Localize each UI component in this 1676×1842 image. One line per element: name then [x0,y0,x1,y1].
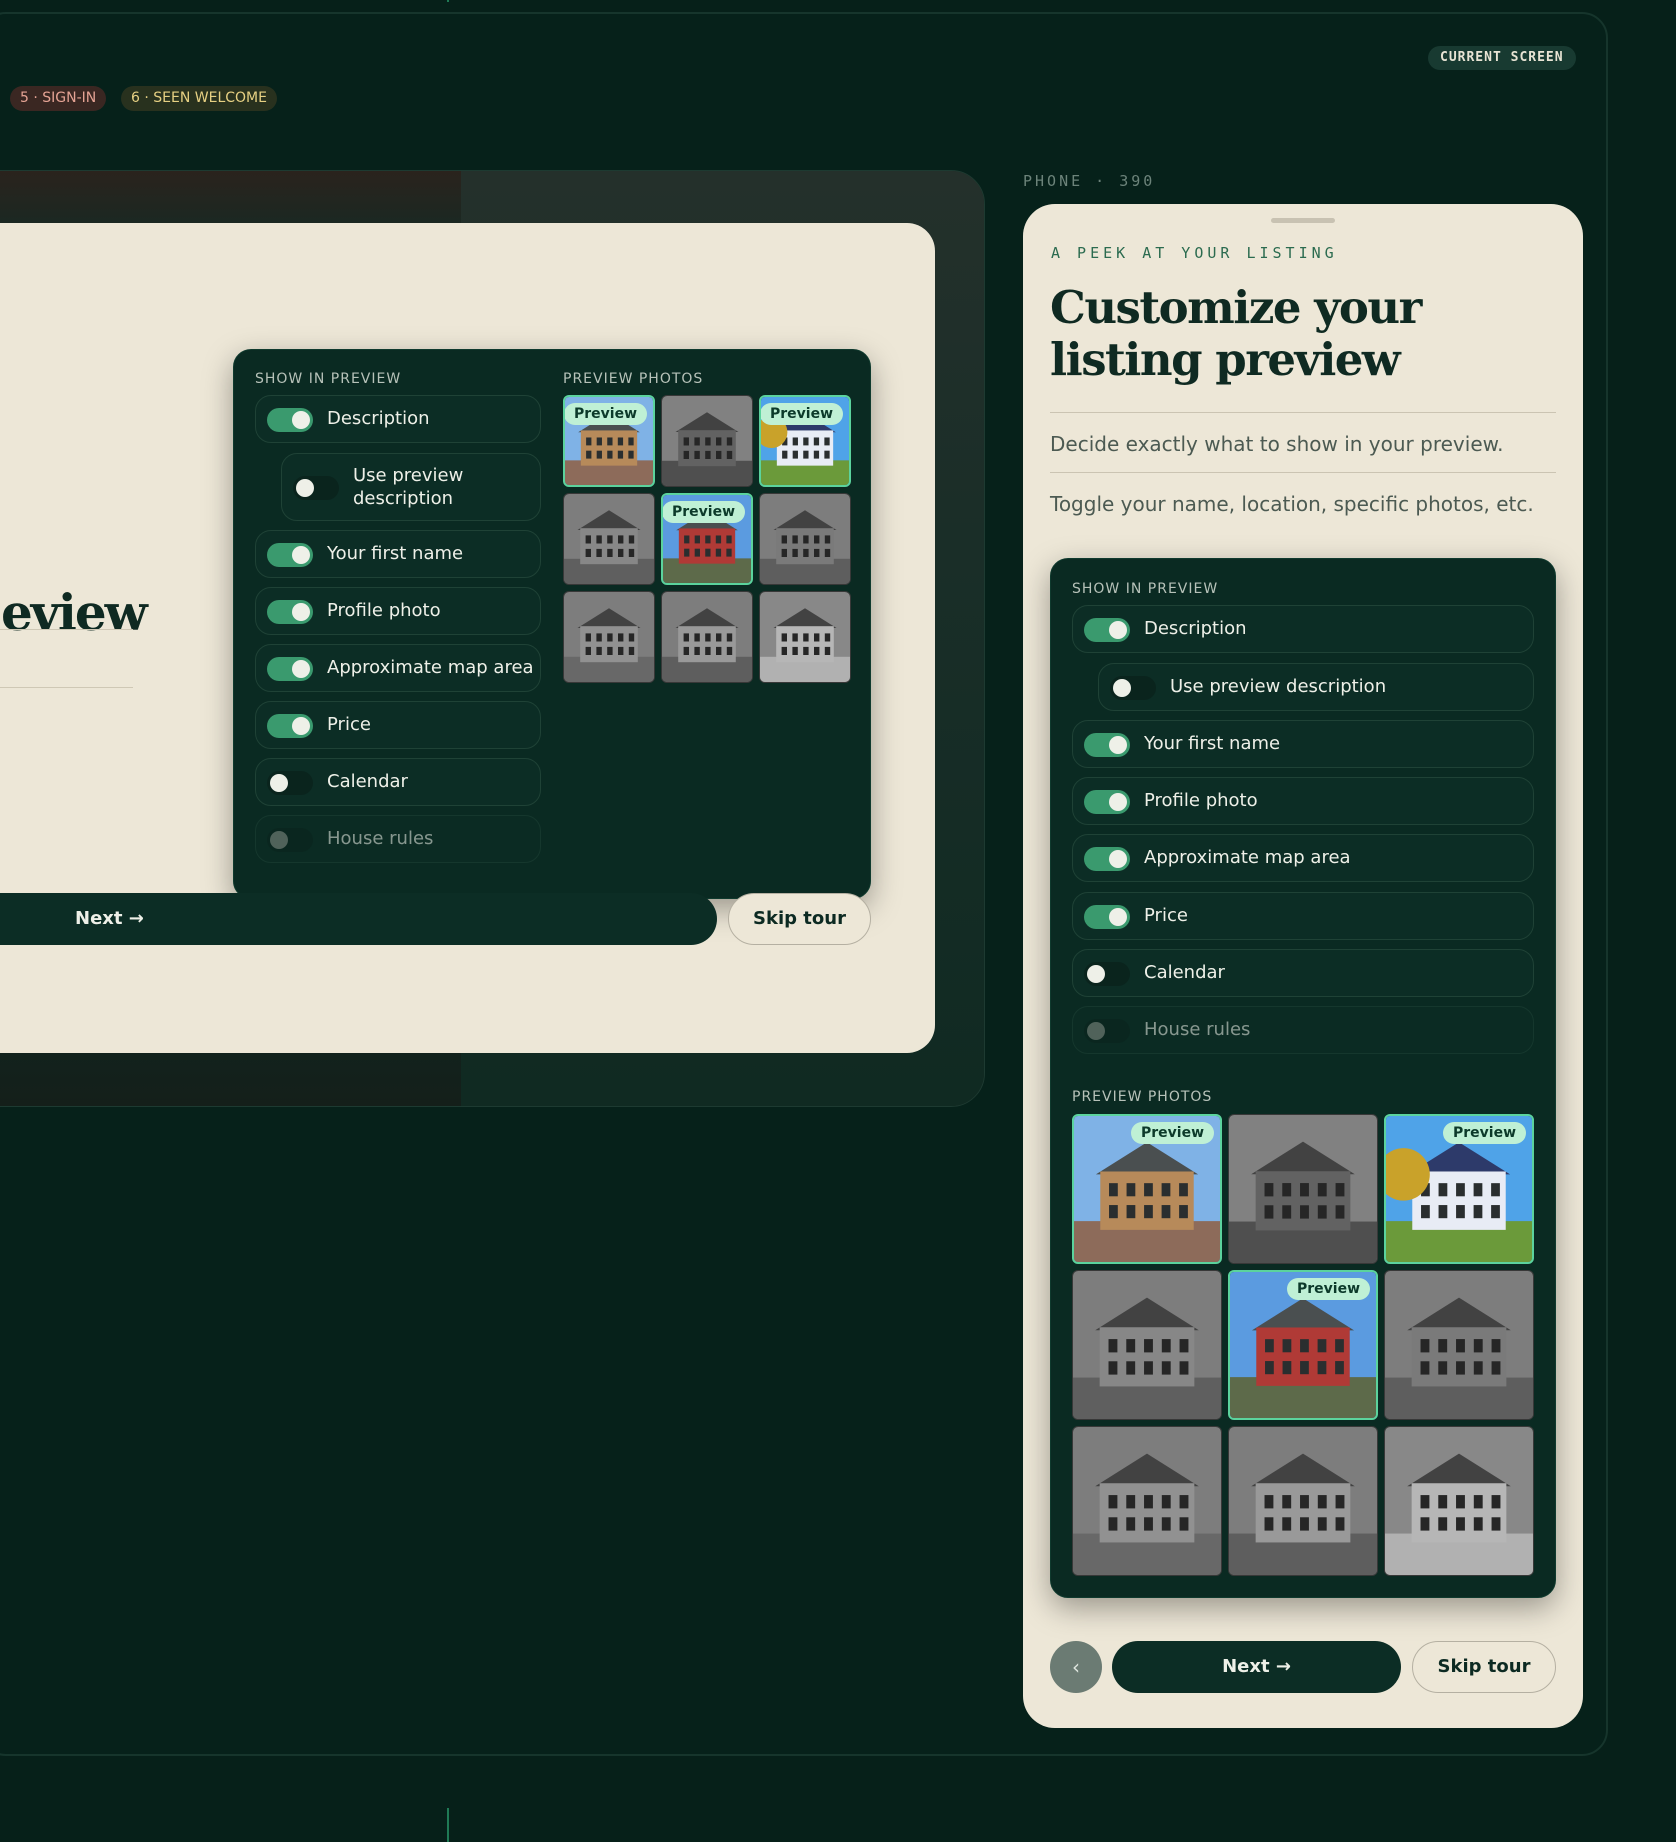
toggle-switch[interactable] [1084,847,1130,871]
step-badge-seen-welcome[interactable]: 6 · SEEN WELCOME [121,86,277,111]
toggle-switch[interactable] [1084,962,1130,986]
preview-photo-tile[interactable]: Preview [661,493,753,585]
toggle-switch[interactable] [267,828,313,852]
preview-badge: Preview [1442,1122,1526,1144]
preview-photos-label: PREVIEW PHOTOS [1072,1089,1213,1105]
toggle-switch[interactable] [1084,905,1130,929]
preview-badge: Preview [1130,1122,1214,1144]
toggle-switch[interactable] [267,771,313,795]
phone-preview-panel: SHOW IN PREVIEW Description Use preview … [1050,558,1556,1598]
preview-photo-tile[interactable]: Preview [1228,1270,1378,1420]
toggle-row-description[interactable]: Description [255,395,541,443]
next-button[interactable]: Next → [1112,1641,1401,1693]
toggle-switch[interactable] [1084,1019,1130,1043]
preview-photo-tile[interactable] [759,493,851,585]
description-line-1: Decide exactly what to show in your prev… [1050,432,1504,456]
show-in-preview-label: SHOW IN PREVIEW [1072,581,1219,597]
description-line-2: Toggle your name, location, specific pho… [1050,492,1534,516]
toggle-switch[interactable] [1110,676,1156,700]
preview-badge: Preview [761,403,843,425]
preview-photo-tile[interactable] [1384,1426,1534,1576]
divider [1050,412,1556,413]
preview-photo-tile[interactable] [661,395,753,487]
drag-handle[interactable] [1271,218,1335,223]
toggle-switch[interactable] [267,543,313,567]
preview-photo-tile[interactable]: Preview [1384,1114,1534,1264]
toggle-row-house-rules[interactable]: House rules [255,815,541,863]
toggle-row-house-rules[interactable]: House rules [1072,1006,1534,1054]
desktop-title: eview [1,583,148,642]
preview-photo-tile[interactable] [1072,1270,1222,1420]
toggle-row-use-preview-description[interactable]: Use preview description [281,453,541,521]
top-divider-mark [447,0,449,2]
preview-photo-tile[interactable] [1228,1114,1378,1264]
preview-photo-tile[interactable]: Preview [759,395,851,487]
toggle-row-map-area[interactable]: Approximate map area [1072,834,1534,882]
toggle-switch[interactable] [1084,618,1130,642]
bottom-divider-mark [447,1808,449,1842]
toggle-row-price[interactable]: Price [1072,892,1534,940]
preview-photo-tile[interactable] [1228,1426,1378,1576]
chevron-left-icon[interactable]: ‹ [1050,1641,1102,1693]
toggle-switch[interactable] [293,476,339,500]
toggle-row-map-area[interactable]: Approximate map area [255,644,541,692]
toggle-switch[interactable] [267,714,313,738]
page-title: Customize your listing preview [1050,281,1422,386]
toggle-row-first-name[interactable]: Your first name [255,530,541,578]
skip-tour-button[interactable]: Skip tour [728,893,871,945]
toggle-row-calendar[interactable]: Calendar [1072,949,1534,997]
preview-photo-tile[interactable] [563,493,655,585]
toggle-row-profile-photo[interactable]: Profile photo [255,587,541,635]
desktop-modal-card: eview SHOW IN PREVIEW PREVIEW PHOTOS Des… [0,223,935,1053]
preview-photo-tile[interactable] [563,591,655,683]
toggle-switch[interactable] [267,408,313,432]
preview-photo-tile[interactable] [1384,1270,1534,1420]
preview-badge: Preview [663,501,745,523]
divider [1050,472,1556,473]
preview-photo-tile[interactable]: Preview [563,395,655,487]
phone-preview: A PEEK AT YOUR LISTING Customize your li… [1023,204,1583,1728]
preview-badge: Preview [1286,1278,1370,1300]
desktop-preview-panel: SHOW IN PREVIEW PREVIEW PHOTOS Descripti… [233,349,871,899]
toggle-row-calendar[interactable]: Calendar [255,758,541,806]
step-badge-sign-in[interactable]: 5 · SIGN-IN [10,86,107,111]
toggle-row-price[interactable]: Price [255,701,541,749]
preview-photo-tile[interactable] [661,591,753,683]
phone-size-label: PHONE · 390 [1023,172,1156,190]
show-in-preview-label: SHOW IN PREVIEW [255,371,402,387]
next-button[interactable]: Next → [0,893,717,945]
toggle-row-description[interactable]: Description [1072,605,1534,653]
toggle-row-use-preview-description[interactable]: Use preview description [1098,663,1534,711]
skip-tour-button[interactable]: Skip tour [1412,1641,1556,1693]
preview-photos-label: PREVIEW PHOTOS [563,371,704,387]
eyebrow-text: A PEEK AT YOUR LISTING [1051,244,1338,262]
toggle-switch[interactable] [267,657,313,681]
divider [0,629,133,630]
toggle-row-profile-photo[interactable]: Profile photo [1072,777,1534,825]
divider [0,687,133,688]
preview-photo-tile[interactable]: Preview [1072,1114,1222,1264]
preview-badge: Preview [565,403,647,425]
preview-photo-tile[interactable] [1072,1426,1222,1576]
desktop-preview: eview SHOW IN PREVIEW PREVIEW PHOTOS Des… [0,170,985,1107]
toggle-switch[interactable] [267,600,313,624]
preview-photo-tile[interactable] [759,591,851,683]
toggle-row-first-name[interactable]: Your first name [1072,720,1534,768]
toggle-switch[interactable] [1084,733,1130,757]
current-screen-badge: CURRENT SCREEN [1428,46,1576,70]
toggle-switch[interactable] [1084,790,1130,814]
